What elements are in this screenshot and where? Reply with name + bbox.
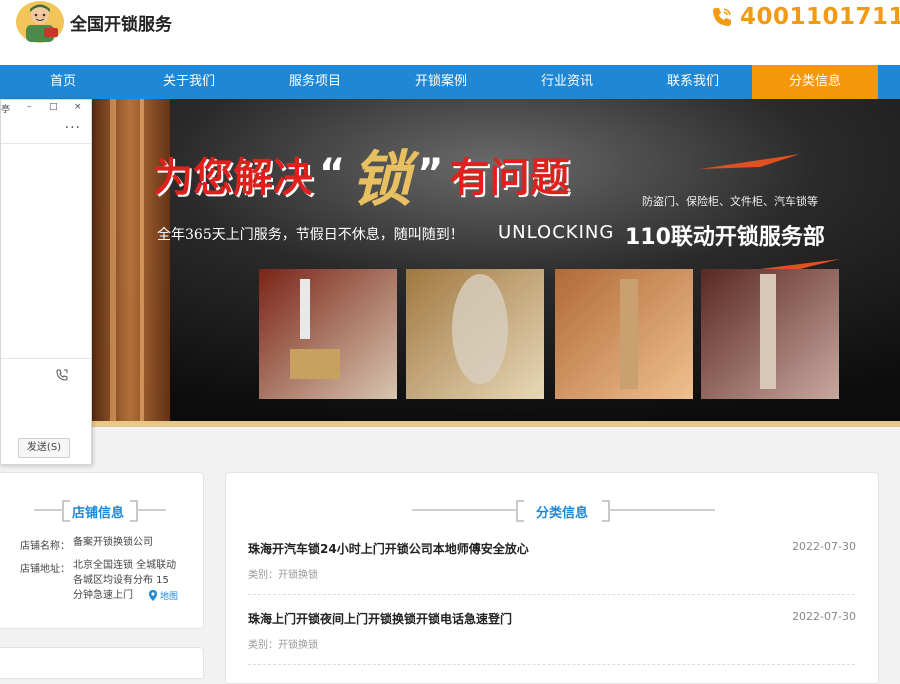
- banner-headline-part1: 为您解决: [153, 155, 313, 201]
- site-title[interactable]: 全国开锁服务: [70, 10, 172, 35]
- phone-contact[interactable]: 4001101711: [710, 4, 900, 30]
- divider: [1, 143, 91, 144]
- minimize-icon[interactable]: –: [27, 102, 32, 112]
- shop-address-line2: 各城区均设有分布 15: [73, 575, 169, 586]
- banner-brand: 110联动开锁服务部: [625, 225, 825, 250]
- classified-item-category: 类别：开锁换锁: [248, 640, 318, 651]
- classified-item-date: 2022-07-30: [792, 610, 856, 623]
- banner-subtitle: 全年365天上门服务，节假日不休息，随叫随到！: [157, 227, 464, 243]
- title-bracket-left: [516, 500, 524, 522]
- title-bracket-right: [602, 500, 610, 522]
- nav-item-about[interactable]: 关于我们: [126, 65, 252, 99]
- nav-item-services[interactable]: 服务项目: [252, 65, 378, 99]
- locksmith-logo-icon[interactable]: [14, 0, 66, 44]
- nav-item-news[interactable]: 行业资讯: [504, 65, 630, 99]
- maximize-icon[interactable]: □: [49, 102, 58, 112]
- classified-title: 分类信息: [536, 506, 589, 521]
- shop-address-label: 店铺地址：: [20, 564, 70, 575]
- site-header: 全国开锁服务 4001101711: [0, 0, 900, 65]
- close-icon[interactable]: ×: [74, 102, 82, 112]
- nav-item-cases[interactable]: 开锁案例: [378, 65, 504, 99]
- title-dash-right: [610, 509, 715, 511]
- banner-headline: 为您解决 “ 锁 ” 有问题: [153, 145, 570, 215]
- shop-info-card: 店铺信息 店铺名称： 备案开锁换锁公司 店铺地址： 北京全国连锁 全城联动 各城…: [0, 472, 204, 629]
- title-bracket-right: [130, 500, 138, 522]
- shop-address-line3: 分钟急速上门: [73, 590, 133, 601]
- classified-info-card: 分类信息 珠海开汽车锁24小时上门开锁公司本地师傅安全放心 2022-07-30…: [225, 472, 879, 684]
- banner-open-quote: “: [319, 151, 346, 197]
- classified-item-date: 2022-07-30: [792, 540, 856, 553]
- title-bracket-left: [62, 500, 70, 522]
- classified-item-category: 类别：开锁换锁: [248, 570, 318, 581]
- banner-key-char: 锁: [351, 144, 412, 215]
- item-divider: [248, 664, 855, 665]
- title-dash-right: [138, 509, 166, 511]
- banner-unlocking: UNLOCKING: [498, 222, 615, 243]
- second-left-card: [0, 647, 204, 679]
- classified-item-title[interactable]: 珠海开汽车锁24小时上门开锁公司本地师傅安全放心: [248, 540, 529, 557]
- title-dash-left: [412, 509, 517, 511]
- phone-number: 4001101711: [740, 4, 900, 30]
- chat-title-fragment: 亭: [1, 105, 11, 115]
- main-nav: 首页 关于我们 服务项目 开锁案例 行业资讯 联系我们 分类信息: [0, 65, 900, 99]
- chat-titlebar: 亭 – □ ×: [1, 100, 91, 118]
- title-dash-left: [34, 509, 62, 511]
- voice-call-icon[interactable]: [55, 368, 69, 382]
- shop-name-value: 备案开锁换锁公司: [73, 537, 153, 548]
- item-divider: [248, 594, 855, 595]
- banner-categories: 防盗门、保险柜、文件柜、汽车锁等: [642, 195, 818, 208]
- nav-item-classified[interactable]: 分类信息: [752, 65, 878, 99]
- nav-item-home[interactable]: 首页: [0, 65, 126, 99]
- classified-item-title[interactable]: 珠海上门开锁夜间上门开锁换锁开锁电话急速登门: [248, 610, 512, 627]
- divider: [1, 358, 91, 359]
- shop-info-title: 店铺信息: [72, 506, 125, 521]
- banner-close-quote: ”: [417, 151, 444, 197]
- map-link-label: 地图: [160, 592, 179, 602]
- nav-item-contact[interactable]: 联系我们: [630, 65, 756, 99]
- hero-banner[interactable]: 为您解决 “ 锁 ” 有问题 防盗门、保险柜、文件柜、汽车锁等 全年365天上门…: [0, 99, 900, 427]
- phone-icon: [713, 8, 731, 26]
- more-options-icon[interactable]: ···: [65, 120, 81, 136]
- map-link[interactable]: 地图: [148, 589, 178, 602]
- chat-window[interactable]: 亭 – □ × ··· 发送(S): [0, 99, 92, 465]
- send-button[interactable]: 发送(S): [18, 438, 70, 458]
- banner-headline-part2: 有问题: [449, 155, 570, 201]
- shop-address-line1: 北京全国连锁 全城联动: [73, 560, 177, 571]
- map-pin-icon: [149, 589, 157, 601]
- shop-name-label: 店铺名称：: [20, 541, 70, 552]
